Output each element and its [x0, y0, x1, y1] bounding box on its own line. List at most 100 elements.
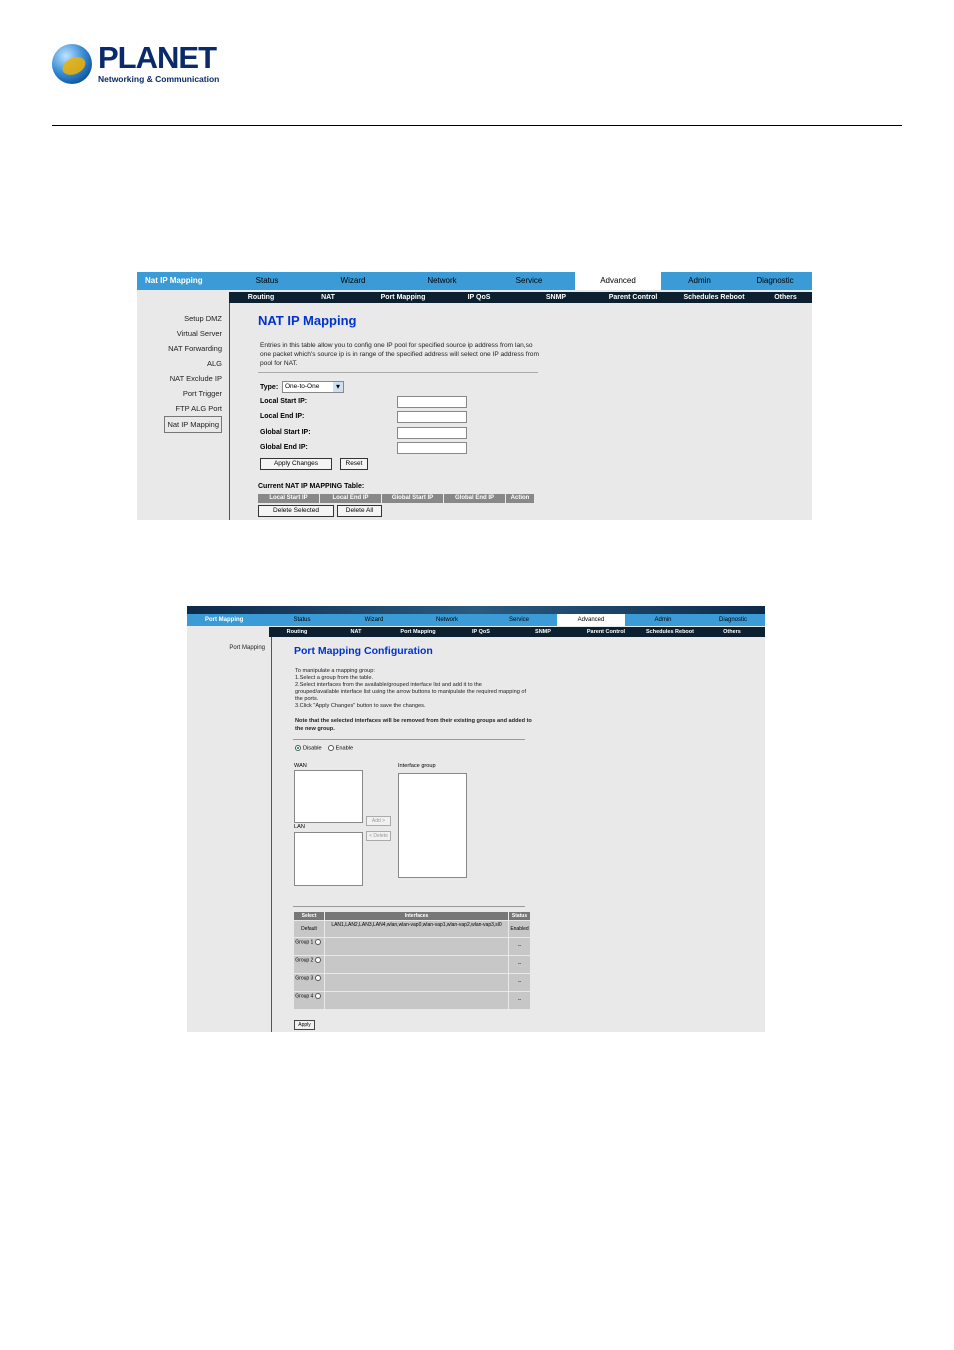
page-title: NAT IP Mapping [258, 313, 357, 328]
mapping-table-header: Local Start IP Local End IP Global Start… [258, 494, 535, 503]
tab-service[interactable]: Service [483, 272, 575, 290]
radio-icon[interactable] [314, 993, 321, 999]
radio-icon[interactable] [314, 939, 321, 945]
row-status: -- [509, 956, 530, 973]
tab-service[interactable]: Service [481, 614, 557, 626]
col-local-start-ip: Local Start IP [258, 494, 319, 503]
page-label: Nat IP Mapping [145, 276, 203, 285]
row-status: -- [509, 974, 530, 991]
apply-button[interactable]: Apply [294, 1020, 315, 1030]
delete-all-button[interactable]: Delete All [337, 505, 382, 517]
interface-group-list[interactable] [398, 773, 467, 878]
subtab-port-mapping[interactable]: Port Mapping [387, 627, 449, 637]
wan-label: WAN [294, 763, 307, 769]
local-start-ip-label: Local Start IP: [260, 398, 308, 405]
row-status: Enabled [509, 921, 530, 937]
table-row[interactable]: Group 4 -- [294, 992, 531, 1009]
tab-wizard[interactable]: Wizard [335, 614, 413, 626]
sidebar-item-nat-forwarding[interactable]: NAT Forwarding [137, 341, 222, 356]
sidebar-divider [271, 637, 272, 1032]
disable-option[interactable]: Disable [295, 745, 322, 751]
sidebar-item-port-mapping[interactable]: Port Mapping [187, 643, 265, 653]
enable-option[interactable]: Enable [327, 745, 353, 751]
subtab-schedules-reboot[interactable]: Schedules Reboot [639, 627, 701, 637]
subtab-snmp[interactable]: SNMP [515, 292, 597, 303]
subtab-routing[interactable]: Routing [229, 292, 293, 303]
row-select[interactable]: Group 3 [294, 974, 324, 991]
sidebar-item-nat-ip-mapping[interactable]: Nat IP Mapping [164, 416, 222, 433]
sidebar-item-nat-exclude-ip[interactable]: NAT Exclude IP [137, 371, 222, 386]
sidebar-item-virtual-server[interactable]: Virtual Server [137, 326, 222, 341]
planet-logo: PLANET Networking & Communication [52, 40, 222, 88]
table-row[interactable]: Group 3 -- [294, 974, 531, 991]
row-interfaces [325, 974, 508, 991]
instruction-line: 1.Select a group from the table. [295, 675, 374, 681]
col-interfaces: Interfaces [325, 912, 508, 920]
sidebar-divider [229, 303, 230, 520]
subtab-ip-qos[interactable]: IP QoS [449, 627, 513, 637]
reset-button[interactable]: Reset [340, 458, 368, 470]
tab-advanced[interactable]: Advanced [575, 272, 661, 290]
tab-admin[interactable]: Admin [661, 272, 738, 290]
note-text: Note that the selected interfaces will b… [295, 718, 532, 732]
tab-status[interactable]: Status [229, 272, 305, 290]
lan-label: LAN [294, 824, 305, 830]
subtab-others[interactable]: Others [701, 627, 763, 637]
radio-icon [327, 745, 334, 751]
page-label: Port Mapping [205, 617, 244, 623]
type-select[interactable]: One-to-One [282, 381, 344, 393]
col-local-end-ip: Local End IP [320, 494, 381, 503]
subtab-nat[interactable]: NAT [293, 292, 363, 303]
tab-network[interactable]: Network [401, 272, 483, 290]
subtab-parent-control[interactable]: Parent Control [597, 292, 669, 303]
delete-selected-button[interactable]: Delete Selected [258, 505, 334, 517]
tab-status[interactable]: Status [269, 614, 335, 626]
subtab-nat[interactable]: NAT [325, 627, 387, 637]
tab-admin[interactable]: Admin [625, 614, 701, 626]
logo-wordmark: PLANET [98, 40, 217, 75]
subtab-routing[interactable]: Routing [269, 627, 325, 637]
delete-button[interactable]: < Delete [366, 831, 391, 841]
table-row[interactable]: Group 1 -- [294, 938, 531, 955]
row-select[interactable]: Group 2 [294, 956, 324, 973]
local-end-ip-label: Local End IP: [260, 413, 305, 420]
type-label: Type: [260, 384, 279, 391]
tab-network[interactable]: Network [413, 614, 481, 626]
subtab-snmp[interactable]: SNMP [513, 627, 573, 637]
add-button[interactable]: Add > [366, 816, 391, 826]
global-end-ip-input[interactable] [397, 442, 467, 454]
tab-advanced[interactable]: Advanced [557, 614, 625, 626]
apply-changes-button[interactable]: Apply Changes [260, 458, 332, 470]
tab-diagnostic[interactable]: Diagnostic [738, 272, 812, 290]
subtab-schedules-reboot[interactable]: Schedules Reboot [669, 292, 759, 303]
sidebar-item-port-trigger[interactable]: Port Trigger [137, 386, 222, 401]
subtab-parent-control[interactable]: Parent Control [573, 627, 639, 637]
wan-list[interactable] [294, 770, 363, 823]
subtab-ip-qos[interactable]: IP QoS [443, 292, 515, 303]
radio-icon[interactable] [314, 957, 321, 963]
header-divider [52, 125, 902, 126]
top-nav: Port Mapping Status Wizard Network Servi… [187, 614, 765, 626]
col-global-start-ip: Global Start IP [382, 494, 443, 503]
sidebar-item-ftp-alg-port[interactable]: FTP ALG Port [137, 401, 222, 416]
section-divider [293, 906, 525, 907]
subtab-port-mapping[interactable]: Port Mapping [363, 292, 443, 303]
global-end-ip-label: Global End IP: [260, 444, 308, 451]
sidebar-item-setup-dmz[interactable]: Setup DMZ [137, 311, 222, 326]
tab-wizard[interactable]: Wizard [305, 272, 401, 290]
radio-icon[interactable] [314, 975, 321, 981]
section-divider [258, 372, 538, 373]
local-end-ip-input[interactable] [397, 411, 467, 423]
sidebar-item-alg[interactable]: ALG [137, 356, 222, 371]
local-start-ip-input[interactable] [397, 396, 467, 408]
subtab-others[interactable]: Others [759, 292, 812, 303]
table-header: Select Interfaces Status [294, 912, 531, 920]
row-select[interactable]: Group 4 [294, 992, 324, 1009]
page-description: Entries in this table allow you to confi… [260, 342, 539, 367]
row-select[interactable]: Group 1 [294, 938, 324, 955]
col-global-end-ip: Global End IP [444, 494, 505, 503]
global-start-ip-input[interactable] [397, 427, 467, 439]
table-row[interactable]: Group 2 -- [294, 956, 531, 973]
lan-list[interactable] [294, 832, 363, 886]
tab-diagnostic[interactable]: Diagnostic [701, 614, 765, 626]
